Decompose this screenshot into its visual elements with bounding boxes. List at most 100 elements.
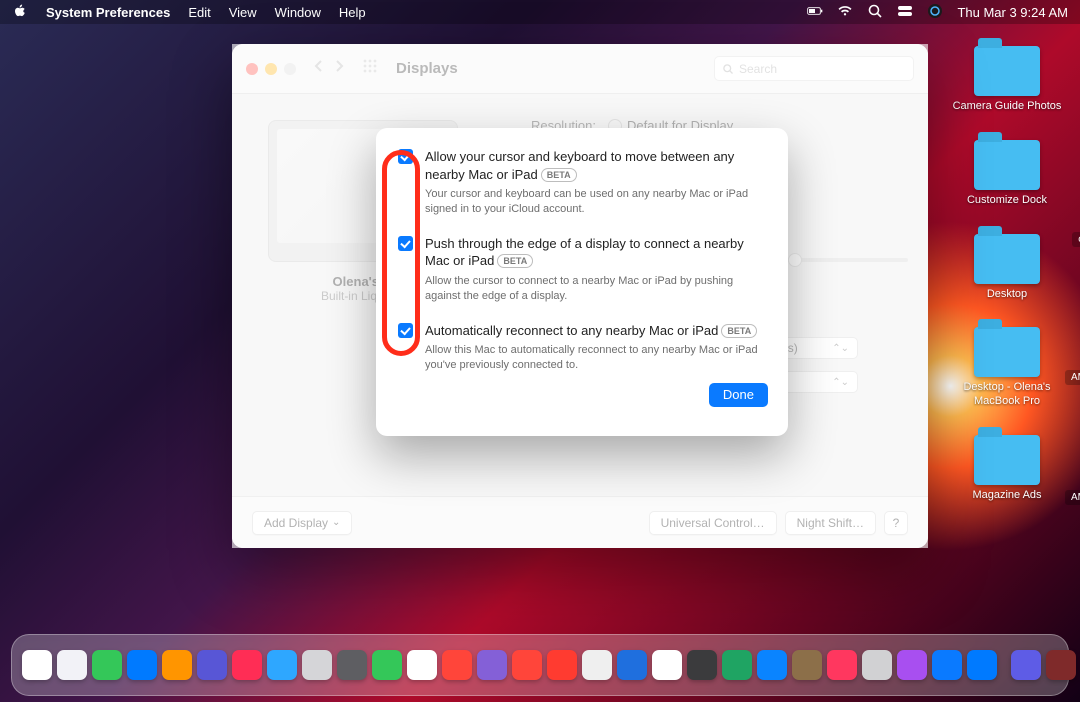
help-button[interactable]: ? [884, 511, 908, 535]
dock-app[interactable] [757, 643, 787, 687]
checkbox-allow-cursor-keyboard[interactable] [398, 149, 413, 164]
menu-view[interactable]: View [229, 5, 257, 20]
app-icon [442, 650, 472, 680]
universal-control-popover: Allow your cursor and keyboard to move b… [376, 128, 788, 436]
zoom-button[interactable] [284, 63, 296, 75]
dock-app[interactable] [302, 643, 332, 687]
close-button[interactable] [246, 63, 258, 75]
dock-app[interactable] [127, 643, 157, 687]
dock-app[interactable] [932, 643, 962, 687]
show-all-icon[interactable] [362, 58, 378, 79]
dock [11, 634, 1069, 696]
chevron-updown-icon: ⌃⌄ [832, 377, 849, 388]
app-icon [302, 650, 332, 680]
search-input[interactable]: Search [714, 56, 914, 81]
night-shift-button[interactable]: Night Shift… [785, 511, 876, 535]
desktop-folder[interactable]: Camera Guide Photos [952, 46, 1062, 114]
app-icon [862, 650, 892, 680]
desktop-folder[interactable]: Customize Dock [952, 140, 1062, 208]
cutoff-text: AM [1065, 490, 1080, 505]
app-icon [897, 650, 927, 680]
menubar: System Preferences Edit View Window Help… [0, 0, 1080, 24]
minimize-button[interactable] [265, 63, 277, 75]
dock-app[interactable] [897, 643, 927, 687]
app-icon [722, 650, 752, 680]
dock-app[interactable] [862, 643, 892, 687]
menu-help[interactable]: Help [339, 5, 366, 20]
desktop-folder[interactable]: Desktop - Olena's MacBook Pro [952, 327, 1062, 409]
siri-icon[interactable] [927, 3, 943, 22]
app-icon [547, 650, 577, 680]
app-icon [582, 650, 612, 680]
app-icon [57, 650, 87, 680]
beta-badge: BETA [541, 168, 577, 182]
dock-app[interactable] [687, 643, 717, 687]
app-icon [827, 650, 857, 680]
chevron-down-icon: ⌄ [332, 517, 340, 528]
dock-app[interactable] [827, 643, 857, 687]
app-icon [197, 650, 227, 680]
app-icon [407, 650, 437, 680]
dock-app[interactable] [1046, 643, 1076, 687]
preferences-footer: Add Display⌄ Universal Control… Night Sh… [232, 496, 928, 548]
dock-app[interactable] [477, 643, 507, 687]
search-placeholder: Search [739, 62, 777, 76]
option-description: Allow this Mac to automatically reconnec… [425, 343, 768, 373]
option-description: Allow the cursor to connect to a nearby … [425, 274, 768, 304]
dock-app[interactable] [407, 643, 437, 687]
add-display-button[interactable]: Add Display⌄ [252, 511, 352, 535]
control-center-icon[interactable] [897, 3, 913, 22]
dock-app[interactable] [722, 643, 752, 687]
spotlight-icon[interactable] [867, 3, 883, 22]
universal-control-button[interactable]: Universal Control… [649, 511, 777, 535]
checkbox-auto-reconnect[interactable] [398, 323, 413, 338]
cutoff-text: ol [1072, 232, 1080, 247]
search-icon [722, 63, 734, 75]
cutoff-text: AM [1065, 370, 1080, 385]
dock-app[interactable] [967, 643, 997, 687]
menu-edit[interactable]: Edit [188, 5, 210, 20]
desktop-icons-column: Camera Guide Photos Customize Dock Deskt… [952, 46, 1062, 503]
forward-button[interactable] [332, 59, 346, 78]
dock-app[interactable] [337, 643, 367, 687]
dock-app[interactable] [92, 643, 122, 687]
dock-app[interactable] [442, 643, 472, 687]
dock-app[interactable] [162, 643, 192, 687]
menubar-app-name[interactable]: System Preferences [46, 5, 170, 20]
dock-app[interactable] [617, 643, 647, 687]
beta-badge: BETA [497, 254, 533, 268]
back-button[interactable] [312, 59, 326, 78]
app-icon [652, 650, 682, 680]
app-icon [477, 650, 507, 680]
menu-window[interactable]: Window [275, 5, 321, 20]
dock-app[interactable] [267, 643, 297, 687]
dock-app[interactable] [1011, 643, 1041, 687]
desktop-folder[interactable]: Desktop [952, 234, 1062, 302]
dock-app[interactable] [582, 643, 612, 687]
dock-app[interactable] [22, 643, 52, 687]
option-description: Your cursor and keyboard can be used on … [425, 187, 768, 217]
desktop-folder[interactable]: Magazine Ads [952, 435, 1062, 503]
option-title: Allow your cursor and keyboard to move b… [425, 149, 734, 182]
app-icon [757, 650, 787, 680]
dock-app[interactable] [512, 643, 542, 687]
menubar-clock[interactable]: Thu Mar 3 9:24 AM [957, 5, 1068, 20]
apple-icon[interactable] [12, 3, 28, 22]
dock-app[interactable] [792, 643, 822, 687]
app-icon [1011, 650, 1041, 680]
battery-icon[interactable] [807, 3, 823, 22]
dock-app[interactable] [652, 643, 682, 687]
app-icon [372, 650, 402, 680]
wifi-icon[interactable] [837, 3, 853, 22]
dock-app[interactable] [547, 643, 577, 687]
app-icon [792, 650, 822, 680]
option-title: Push through the edge of a display to co… [425, 236, 744, 269]
app-icon [512, 650, 542, 680]
dock-app[interactable] [197, 643, 227, 687]
app-icon [1046, 650, 1076, 680]
dock-app[interactable] [232, 643, 262, 687]
dock-app[interactable] [372, 643, 402, 687]
checkbox-push-through-edge[interactable] [398, 236, 413, 251]
done-button[interactable]: Done [709, 383, 768, 407]
dock-app[interactable] [57, 643, 87, 687]
